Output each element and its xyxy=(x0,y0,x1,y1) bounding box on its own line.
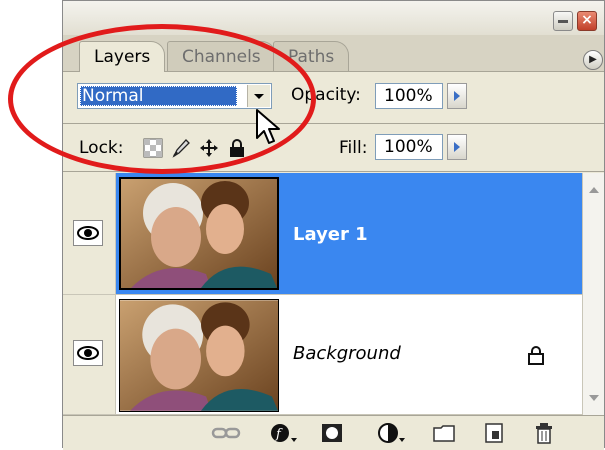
tab-channels[interactable]: Channels xyxy=(167,41,276,71)
layer-name[interactable]: Layer 1 xyxy=(293,224,368,245)
lock-transparent-pixels-icon[interactable] xyxy=(143,138,163,158)
lock-icon xyxy=(528,346,544,365)
layer-list-scrollbar[interactable] xyxy=(582,173,604,415)
fill-slider-button[interactable] xyxy=(447,134,467,160)
palette-menu-icon[interactable]: ▶ xyxy=(583,50,603,70)
tab-layers[interactable]: Layers xyxy=(79,41,166,72)
divider xyxy=(63,123,604,124)
layer-thumbnail xyxy=(119,177,279,290)
divider xyxy=(63,171,604,172)
scroll-down-icon[interactable] xyxy=(589,395,599,401)
lock-label: Lock: xyxy=(79,138,124,158)
close-button[interactable]: × xyxy=(577,11,597,31)
layer-mask-icon[interactable] xyxy=(321,422,343,444)
eye-icon[interactable] xyxy=(73,340,103,366)
opacity-input[interactable]: 100% xyxy=(375,83,443,109)
layer-row-background[interactable]: Background xyxy=(63,295,582,415)
lock-position-icon[interactable] xyxy=(199,138,219,158)
tab-paths[interactable]: Paths xyxy=(273,41,350,71)
layer-thumbnail xyxy=(119,299,279,412)
chevron-down-icon[interactable] xyxy=(247,85,270,107)
fill-label: Fill: xyxy=(339,138,368,158)
palette-titlebar: × xyxy=(63,1,604,35)
new-group-icon[interactable] xyxy=(433,422,455,444)
mouse-cursor-icon xyxy=(256,109,280,144)
layer-name[interactable]: Background xyxy=(293,343,401,364)
layers-toolbar: f xyxy=(63,415,604,450)
opacity-label: Opacity: xyxy=(291,85,361,105)
scroll-up-icon[interactable] xyxy=(589,187,599,193)
lock-image-pixels-icon[interactable] xyxy=(171,138,191,158)
eye-icon[interactable] xyxy=(73,220,103,246)
lock-all-icon[interactable] xyxy=(227,138,247,158)
fill-input[interactable]: 100% xyxy=(375,134,443,160)
palette-tabs: Layers Channels Paths xyxy=(63,35,604,72)
layer-list: Layer 1 Background xyxy=(63,173,582,415)
blend-mode-select[interactable]: Normal xyxy=(77,83,272,109)
layers-palette: × Layers Channels Paths ▶ Normal Opacity… xyxy=(62,0,605,450)
minimize-button[interactable] xyxy=(553,11,573,31)
opacity-slider-button[interactable] xyxy=(447,83,467,109)
link-icon[interactable] xyxy=(211,422,241,444)
blend-mode-value: Normal xyxy=(80,86,237,106)
trash-icon[interactable] xyxy=(533,422,555,444)
new-layer-icon[interactable] xyxy=(483,422,505,444)
adjustment-layer-icon[interactable] xyxy=(377,422,407,444)
layer-style-icon[interactable]: f xyxy=(269,422,299,444)
layer-row-layer-1[interactable]: Layer 1 xyxy=(63,173,582,295)
